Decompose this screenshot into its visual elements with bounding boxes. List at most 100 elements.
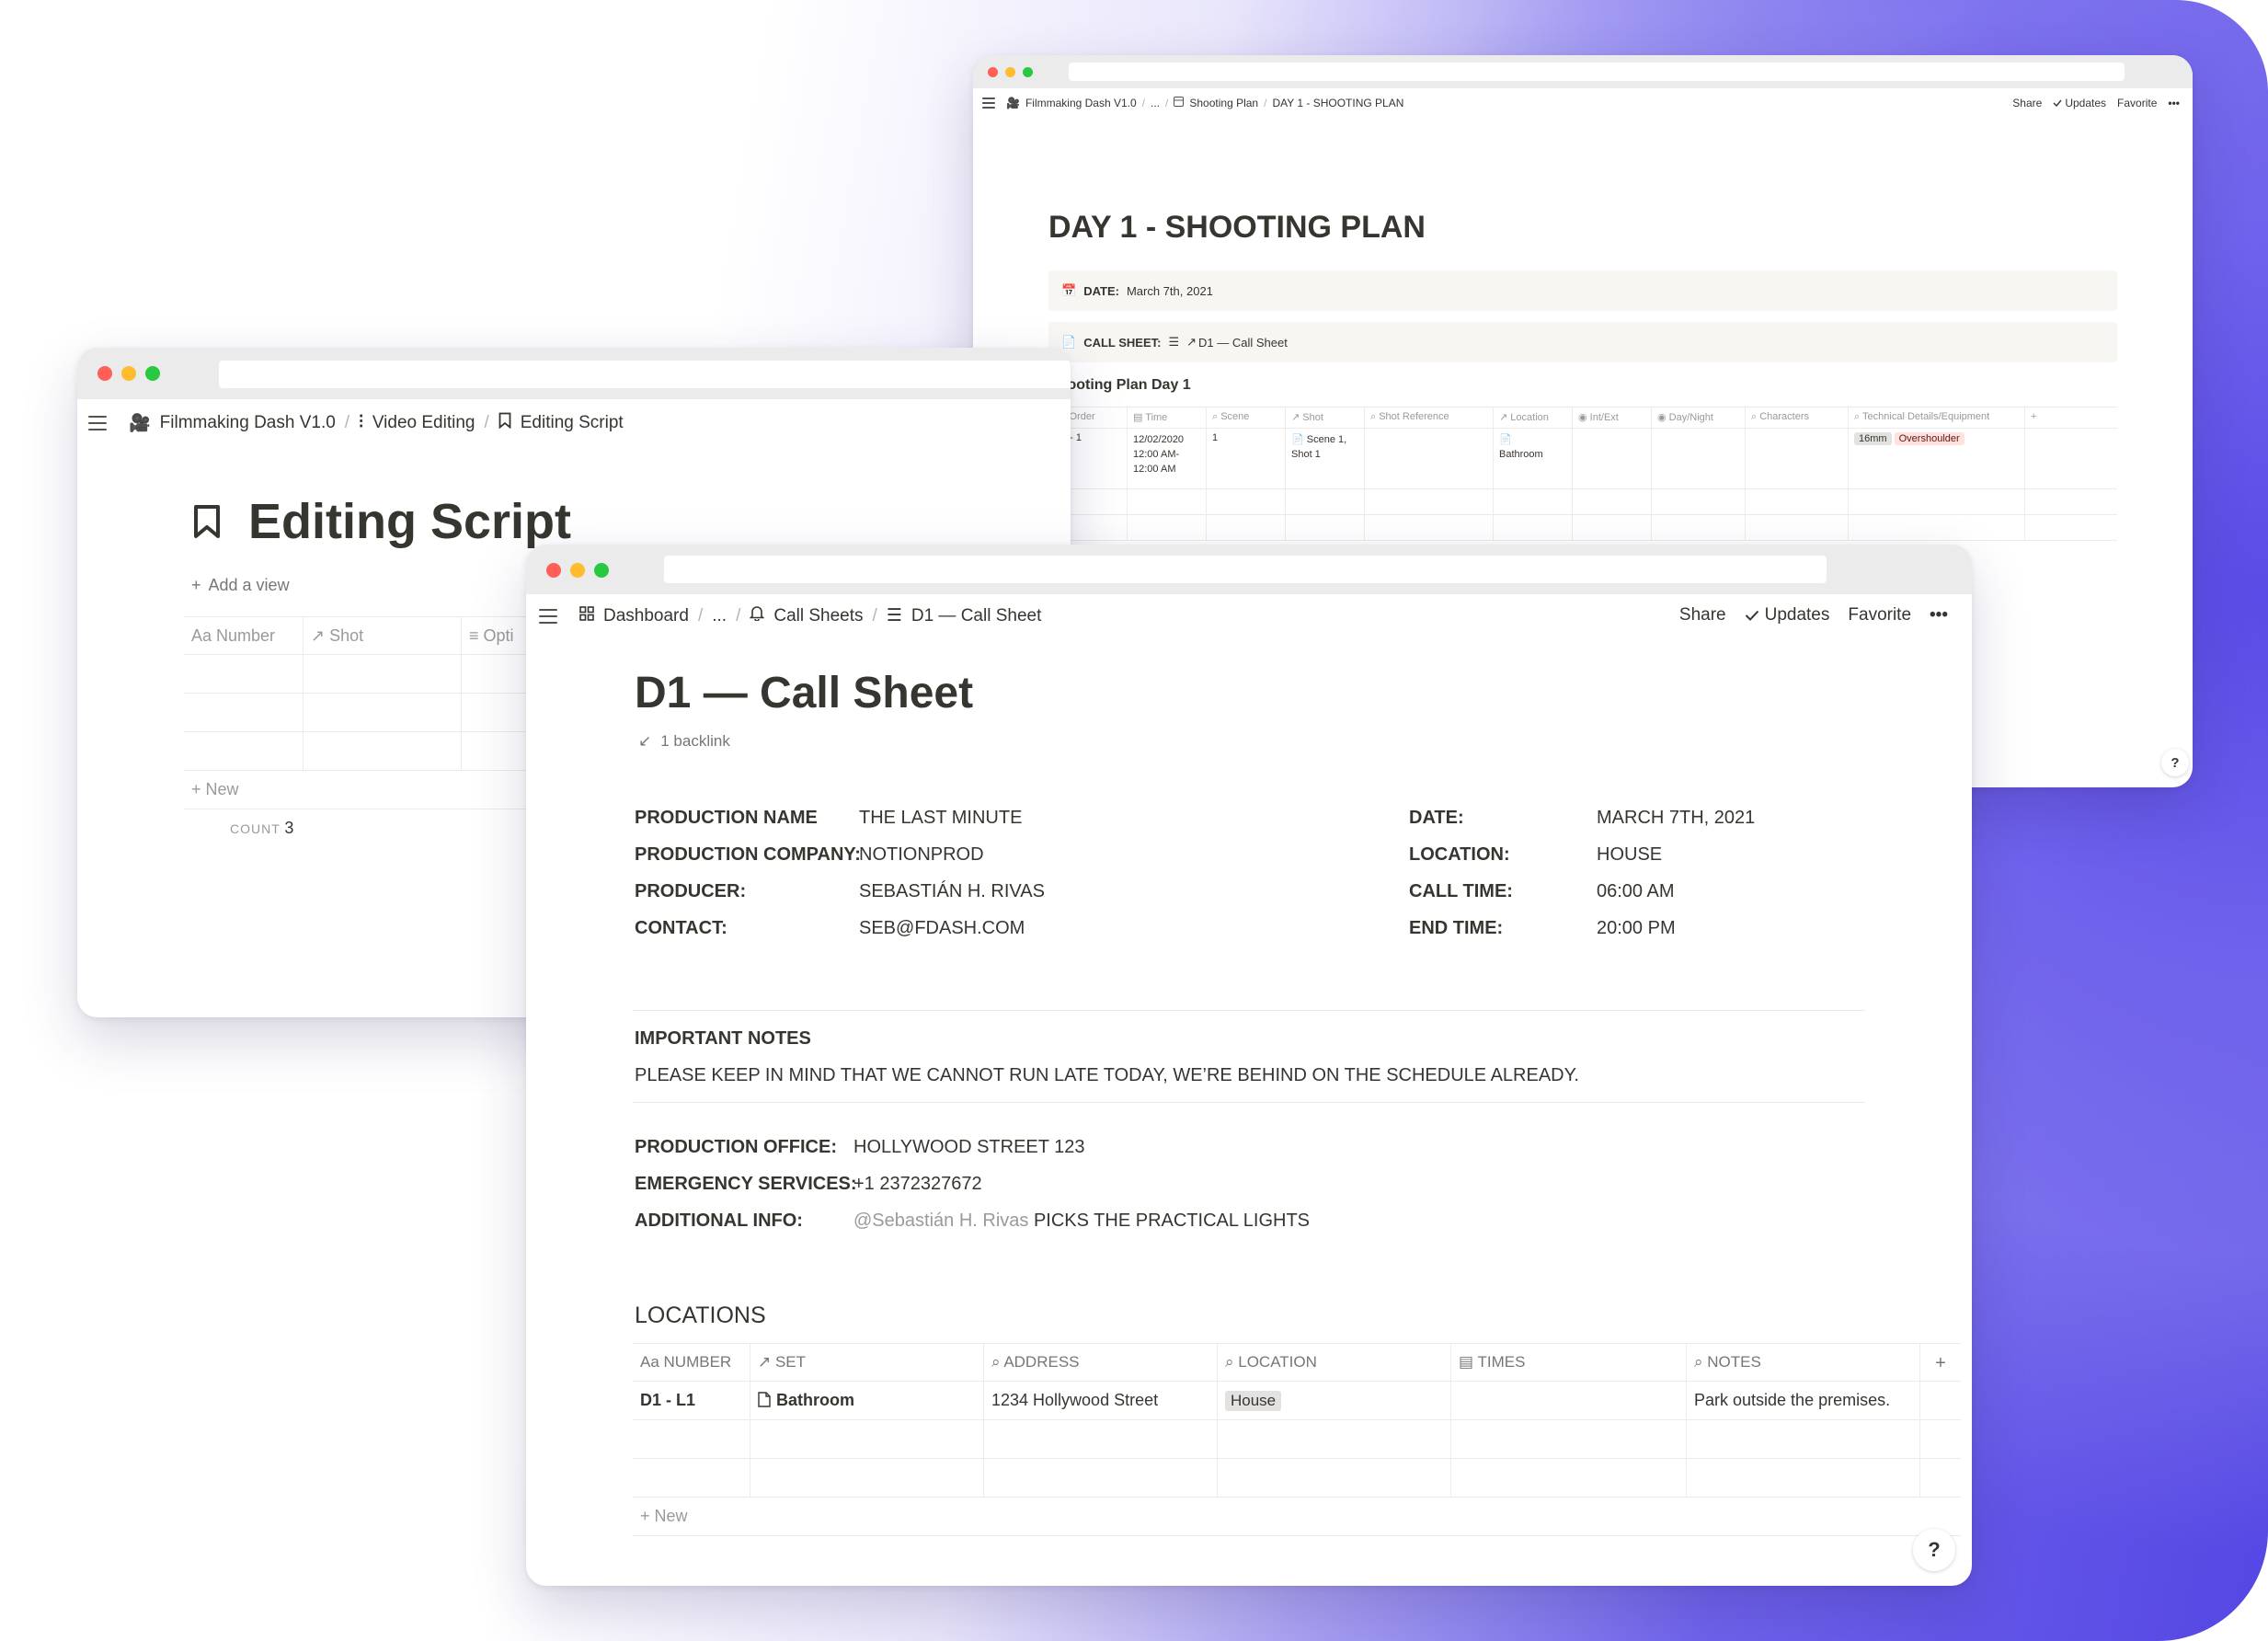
breadcrumb-dashboard[interactable]: Dashboard	[603, 606, 689, 626]
col-scene[interactable]: ⌕ Scene	[1207, 407, 1286, 428]
table-row[interactable]: D1 - L1 Bathroom 1234 Hollywood Street H…	[633, 1382, 1961, 1420]
address-bar[interactable]	[219, 361, 1071, 388]
col-shot[interactable]: ↗ Shot	[1286, 407, 1365, 428]
col-number[interactable]: Aa NUMBER	[633, 1344, 750, 1381]
share-button[interactable]: Share	[2012, 97, 2042, 109]
help-button[interactable]: ?	[2161, 749, 2189, 776]
callsheet-link[interactable]: D1 — Call Sheet	[1198, 336, 1288, 350]
table-header: Aa NUMBER ↗ SET ⌕ ADDRESS ⌕ LOCATION ▤ T…	[633, 1343, 1961, 1382]
updates-button[interactable]: Updates	[2053, 97, 2106, 109]
add-column-button[interactable]: +	[2025, 407, 2108, 428]
col-number[interactable]: Aa Number	[184, 617, 304, 654]
breadcrumb-current[interactable]: D1 — Call Sheet	[911, 606, 1042, 626]
arrow-icon: ↗	[1186, 335, 1197, 349]
table-row[interactable]	[1048, 515, 2117, 541]
col-address[interactable]: ⌕ ADDRESS	[984, 1344, 1218, 1381]
divider	[633, 1010, 1865, 1011]
field-label: PRODUCTION COMPANY:	[635, 844, 861, 865]
more-button[interactable]: •••	[1930, 605, 1948, 625]
breadcrumb-call-sheets[interactable]: Call Sheets	[773, 606, 863, 626]
menu-icon[interactable]	[88, 416, 107, 430]
breadcrumb-workspace[interactable]: Filmmaking Dash V1.0	[160, 413, 336, 433]
maximize-dot[interactable]	[1023, 67, 1033, 77]
new-row-button[interactable]: + New	[633, 1498, 1961, 1536]
new-label: New	[205, 780, 239, 798]
col-technical[interactable]: ⌕ Technical Details/Equipment	[1849, 407, 2025, 428]
add-view-button[interactable]: + Add a view	[191, 576, 290, 595]
field-value: NOTIONPROD	[859, 844, 984, 865]
tag-house: House	[1225, 1391, 1282, 1411]
field-value: MARCH 7TH, 2021	[1597, 808, 1756, 828]
check-icon	[1745, 610, 1758, 621]
notes-text: PLEASE KEEP IN MIND THAT WE CANNOT RUN L…	[635, 1065, 1579, 1085]
bell-icon	[749, 605, 765, 626]
cell-set[interactable]: Bathroom	[750, 1382, 984, 1419]
add-column-button[interactable]: +	[1920, 1344, 1961, 1381]
callsheet-label: CALL SHEET:	[1083, 335, 1162, 350]
cell-location[interactable]: 📄 Bathroom	[1494, 429, 1573, 488]
breadcrumb-ellipsis[interactable]: ...	[712, 606, 727, 626]
col-time[interactable]: ▤ Time	[1128, 407, 1207, 428]
close-dot[interactable]	[988, 67, 998, 77]
menu-icon[interactable]	[539, 608, 557, 624]
col-shot-reference[interactable]: ⌕ Shot Reference	[1365, 407, 1494, 428]
cell-technical: 16mm Overshoulder	[1849, 429, 2025, 488]
col-times[interactable]: ▤ TIMES	[1451, 1344, 1687, 1381]
cell-number: D1 - L1	[633, 1382, 750, 1419]
favorite-button[interactable]: Favorite	[1848, 605, 1911, 625]
col-day-night[interactable]: ◉ Day/Night	[1652, 407, 1746, 428]
backlink-button[interactable]: ↙ 1 backlink	[638, 732, 730, 751]
col-shot[interactable]: ↗ Shot	[304, 617, 462, 654]
col-notes[interactable]: ⌕ NOTES	[1687, 1344, 1920, 1381]
breadcrumb: Dashboard / ... / Call Sheets / ☰ D1 — C…	[539, 605, 1041, 626]
list-icon: ☰	[886, 606, 902, 625]
shooting-plan-table: Aa Order ▤ Time ⌕ Scene ↗ Shot ⌕ Shot Re…	[1048, 407, 2117, 541]
share-button[interactable]: Share	[1679, 605, 1726, 625]
col-int-ext[interactable]: ◉ Int/Ext	[1573, 407, 1652, 428]
col-characters[interactable]: ⌕ Characters	[1746, 407, 1849, 428]
breadcrumb-ellipsis[interactable]: ...	[1151, 97, 1160, 109]
minimize-dot[interactable]	[121, 366, 136, 381]
check-icon	[2053, 99, 2062, 107]
calendar-icon: 📅	[1061, 283, 1077, 297]
cell-shot[interactable]: 📄 Scene 1, Shot 1	[1286, 429, 1365, 488]
address-bar[interactable]	[1069, 63, 2125, 81]
maximize-dot[interactable]	[594, 563, 609, 578]
breadcrumb-current[interactable]: Editing Script	[521, 413, 624, 433]
user-mention[interactable]: @Sebastián H. Rivas	[853, 1211, 1028, 1231]
breadcrumb-workspace[interactable]: Filmmaking Dash V1.0	[1025, 97, 1137, 109]
field-label: EMERGENCY SERVICES:	[635, 1174, 857, 1194]
table-row[interactable]: D1 - 1 12/02/2020 12:00 AM-12:00 AM 1 📄 …	[1048, 429, 2117, 489]
col-location[interactable]: ⌕ LOCATION	[1218, 1344, 1451, 1381]
table-row[interactable]	[633, 1420, 1961, 1459]
help-button[interactable]: ?	[1913, 1529, 1955, 1571]
field-value: SEB@FDASH.COM	[859, 918, 1025, 938]
breadcrumb-shooting-plan[interactable]: Shooting Plan	[1189, 97, 1258, 109]
table-row[interactable]	[633, 1459, 1961, 1498]
camera-icon: 🎥	[129, 414, 151, 433]
field-label: LOCATION:	[1409, 844, 1510, 865]
breadcrumb-current[interactable]: DAY 1 - SHOOTING PLAN	[1272, 97, 1403, 109]
close-dot[interactable]	[97, 366, 112, 381]
table-row[interactable]	[1048, 489, 2117, 515]
col-location[interactable]: ↗ Location	[1494, 407, 1573, 428]
field-label: ADDITIONAL INFO:	[635, 1211, 803, 1231]
close-dot[interactable]	[546, 563, 561, 578]
more-button[interactable]: •••	[2168, 97, 2180, 109]
minimize-dot[interactable]	[1005, 67, 1015, 77]
field-label: CALL TIME:	[1409, 881, 1513, 901]
favorite-button[interactable]: Favorite	[2117, 97, 2157, 109]
maximize-dot[interactable]	[145, 366, 160, 381]
page-title: D1 — Call Sheet	[635, 669, 974, 717]
new-label: New	[654, 1507, 688, 1525]
minimize-dot[interactable]	[570, 563, 585, 578]
field-label: PRODUCTION NAME	[635, 808, 818, 828]
breadcrumb-video-editing[interactable]: Video Editing	[372, 413, 475, 433]
cell-scene: 1	[1207, 429, 1286, 488]
col-set[interactable]: ↗ SET	[750, 1344, 984, 1381]
updates-button[interactable]: Updates	[1745, 605, 1829, 625]
menu-icon[interactable]	[982, 98, 995, 109]
field-value: HOLLYWOOD STREET 123	[853, 1137, 1085, 1157]
page-actions: Share Updates Favorite •••	[2012, 97, 2180, 109]
address-bar[interactable]	[664, 556, 1827, 583]
